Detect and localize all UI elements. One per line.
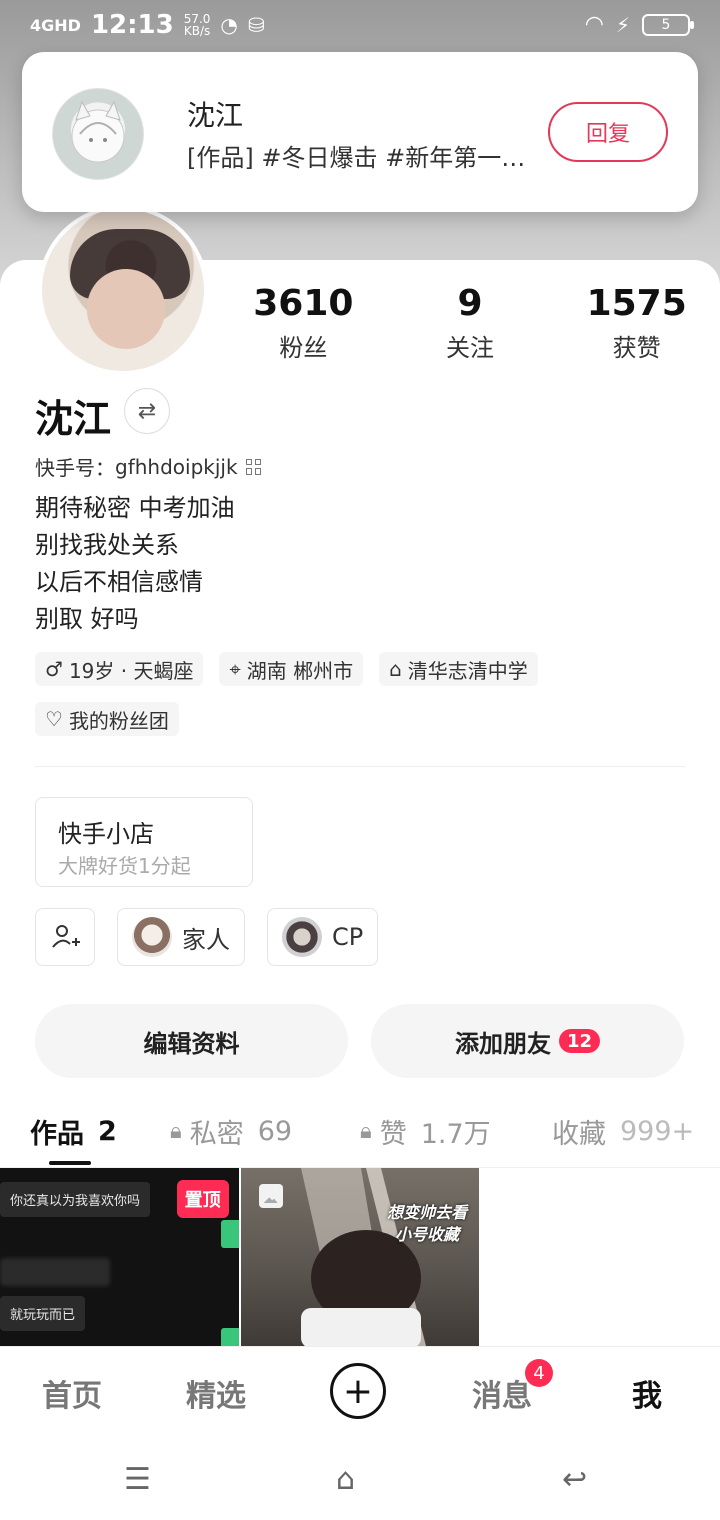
chip-cp[interactable]: CP xyxy=(267,908,379,966)
add-relation-button[interactable] xyxy=(35,908,95,966)
add-friend-button[interactable]: 添加朋友 12 xyxy=(371,1004,684,1078)
storage-warning-icon: ⛁ xyxy=(247,13,265,37)
photo-caption: 想变帅去看 小号收藏 xyxy=(387,1203,468,1244)
chat-bubble-right xyxy=(220,1220,239,1248)
messages-badge: 4 xyxy=(525,1359,553,1387)
profile-avatar[interactable] xyxy=(38,205,208,375)
relationship-chips: 家人 CP xyxy=(35,908,379,966)
tab-works[interactable]: 作品 2 xyxy=(30,1112,117,1151)
chat-bubble: 就玩玩而已 xyxy=(0,1296,86,1331)
location-icon: ⌖ xyxy=(229,657,241,681)
shop-title: 快手小店 xyxy=(58,820,154,848)
content-tabs: 作品 2 🔒︎ 私密 69 🔒︎ 赞 1.7万 收藏 999+ xyxy=(0,1112,720,1166)
bottom-navigation: 首页 精选 + 消息 4 我 xyxy=(0,1346,720,1437)
system-navigation-bar: ☰ ⌂ ↩ xyxy=(0,1436,720,1520)
work-tile-2[interactable]: 想变帅去看 小号收藏 xyxy=(240,1168,480,1346)
create-button[interactable]: + xyxy=(330,1363,386,1419)
nav-messages[interactable]: 消息 xyxy=(472,1371,532,1415)
pinned-badge: 置顶 xyxy=(176,1180,229,1218)
qr-code-icon[interactable] xyxy=(245,458,262,475)
home-icon[interactable]: ⌂ xyxy=(336,1462,355,1497)
chat-bubble: 你还真以为我喜欢你吗 xyxy=(0,1182,151,1217)
lock-icon: 🔒︎ xyxy=(170,1119,182,1144)
nav-me[interactable]: 我 xyxy=(632,1371,662,1415)
charging-icon: ⚡ xyxy=(615,12,630,37)
active-tab-indicator xyxy=(49,1161,91,1165)
wifi-icon: ◠ xyxy=(584,12,604,37)
notification-avatar xyxy=(52,88,144,180)
work-tile-1[interactable]: 你还真以为我喜欢你吗 就玩玩而已 置顶 xyxy=(0,1168,239,1346)
kuaishou-id[interactable]: 快手号： gfhhdoipkjjk xyxy=(35,452,262,481)
heart-outline-icon: ♡ xyxy=(45,707,63,731)
avatar xyxy=(282,917,322,957)
add-user-icon xyxy=(52,925,80,948)
menu-icon[interactable]: ☰ xyxy=(124,1462,151,1497)
add-friend-count-badge: 12 xyxy=(558,1029,601,1053)
tag-location: ⌖ 湖南 郴州市 xyxy=(219,652,364,686)
kuaishou-shop-card[interactable]: 快手小店 大牌好货1分起 xyxy=(35,797,253,887)
graduation-cap-icon: ⌂ xyxy=(389,657,402,681)
switch-account-button[interactable]: ⇄ xyxy=(124,388,170,434)
tab-private[interactable]: 🔒︎ 私密 69 xyxy=(170,1112,292,1151)
stat-likes[interactable]: 1575 获赞 xyxy=(553,284,720,363)
swap-icon: ⇄ xyxy=(137,398,157,424)
stat-followers[interactable]: 3610 粉丝 xyxy=(220,284,387,363)
stat-following[interactable]: 9 关注 xyxy=(387,284,554,363)
empty-tile xyxy=(481,1168,720,1346)
nav-home[interactable]: 首页 xyxy=(42,1371,102,1415)
reply-button[interactable]: 回复 xyxy=(548,102,668,162)
notification-message-preview: [作品] #冬日爆击 #新年第一… xyxy=(187,144,526,172)
divider xyxy=(35,766,685,767)
time: 12:13 xyxy=(90,10,174,40)
tag-school[interactable]: ⌂ 清华志清中学 xyxy=(379,652,538,686)
back-icon[interactable]: ↩ xyxy=(562,1462,587,1497)
image-icon xyxy=(258,1184,283,1208)
nav-featured[interactable]: 精选 xyxy=(186,1371,246,1415)
profile-tags: ♂ 19岁 · 天蝎座 ⌖ 湖南 郴州市 ⌂ 清华志清中学 ♡ 我的粉丝团 xyxy=(35,652,685,736)
chat-bubble-right xyxy=(220,1328,239,1346)
profile-stats: 3610 粉丝 9 关注 1575 获赞 xyxy=(220,284,720,363)
battery-indicator: 5 xyxy=(642,13,694,36)
profile-bio: 期待秘密 中考加油 别找我处关系 以后不相信感情 别取 好吗 xyxy=(35,494,235,633)
works-grid: 你还真以为我喜欢你吗 就玩玩而已 置顶 想变帅去看 小号收藏 xyxy=(0,1168,720,1346)
notification-icon: ◔ xyxy=(220,13,238,37)
blurred-chat-bubble xyxy=(0,1258,110,1286)
notification-sender-name: 沈江 xyxy=(187,99,244,132)
tag-age-zodiac: ♂ 19岁 · 天蝎座 xyxy=(35,652,204,686)
male-icon: ♂ xyxy=(45,657,63,681)
edit-profile-button[interactable]: 编辑资料 xyxy=(35,1004,348,1078)
tag-fan-club[interactable]: ♡ 我的粉丝团 xyxy=(35,702,179,736)
tab-likes[interactable]: 🔒︎ 赞 1.7万 xyxy=(360,1112,491,1151)
status-bar: 4GHD 12:13 57.0 KB/s ◔ ⛁ ◠ ⚡ 5 xyxy=(0,0,720,54)
lock-icon: 🔒︎ xyxy=(360,1119,372,1144)
plus-icon: + xyxy=(342,1370,374,1412)
profile-name: 沈江 xyxy=(35,397,112,441)
shop-subtitle: 大牌好货1分起 xyxy=(58,854,191,878)
network-indicator: 4GHD xyxy=(30,15,81,35)
network-speed: 57.0 KB/s xyxy=(183,12,211,38)
message-notification-banner[interactable]: 沈江 [作品] #冬日爆击 #新年第一… 回复 xyxy=(22,52,698,212)
avatar xyxy=(132,917,172,957)
chip-family[interactable]: 家人 xyxy=(117,908,245,966)
tab-favorites[interactable]: 收藏 999+ xyxy=(552,1112,694,1151)
